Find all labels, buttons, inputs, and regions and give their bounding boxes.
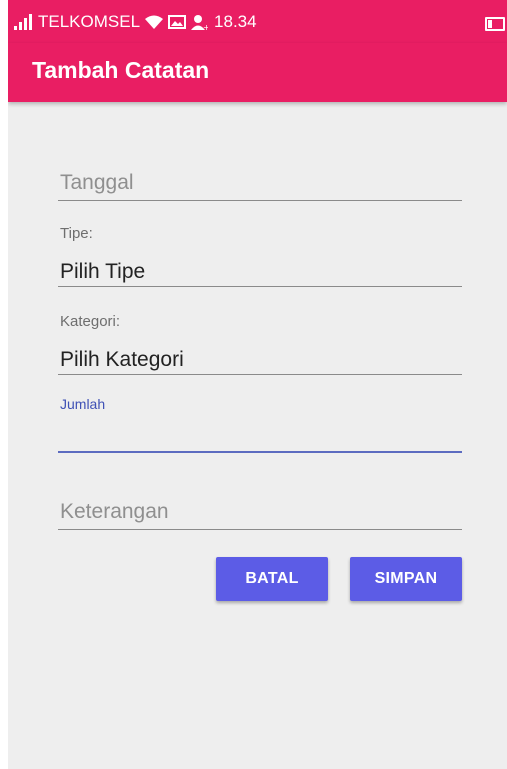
simpan-button[interactable]: SIMPAN xyxy=(350,557,462,601)
status-left-group: TELKOMSEL + 18.34 xyxy=(14,12,257,32)
tipe-spinner[interactable]: Pilih Tipe xyxy=(60,260,145,284)
battery-icon xyxy=(485,17,505,31)
svg-text:+: + xyxy=(203,23,208,30)
keterangan-field[interactable]: Keterangan xyxy=(58,497,462,532)
image-icon xyxy=(168,15,187,29)
tipe-underline xyxy=(58,286,462,287)
batal-button[interactable]: BATAL xyxy=(216,557,328,601)
app-bar: Tambah Catatan xyxy=(8,43,507,102)
keterangan-underline xyxy=(58,529,462,530)
page-title: Tambah Catatan xyxy=(32,57,210,83)
tanggal-underline xyxy=(58,200,462,201)
tipe-field: Tipe: Pilih Tipe xyxy=(58,225,462,290)
kategori-field: Kategori: Pilih Kategori xyxy=(58,313,462,378)
app-screen: TELKOMSEL + 18.34 Tambah Catatan Tanggal… xyxy=(8,0,507,769)
tipe-label: Tipe: xyxy=(60,225,93,242)
kategori-label: Kategori: xyxy=(60,313,121,330)
keterangan-placeholder: Keterangan xyxy=(60,500,169,523)
person-icon: + xyxy=(191,15,208,30)
signal-icon xyxy=(14,14,32,30)
jumlah-field[interactable]: Jumlah xyxy=(58,396,462,456)
kategori-spinner[interactable]: Pilih Kategori xyxy=(60,348,184,372)
tanggal-field[interactable]: Tanggal xyxy=(58,168,462,203)
status-bar: TELKOMSEL + 18.34 xyxy=(8,0,507,43)
jumlah-label: Jumlah xyxy=(60,396,106,412)
tanggal-placeholder: Tanggal xyxy=(60,171,134,194)
status-time: 18.34 xyxy=(214,12,257,31)
jumlah-underline xyxy=(58,451,462,453)
wifi-icon xyxy=(145,15,164,29)
carrier-name: TELKOMSEL xyxy=(38,12,141,31)
kategori-underline xyxy=(58,374,462,375)
